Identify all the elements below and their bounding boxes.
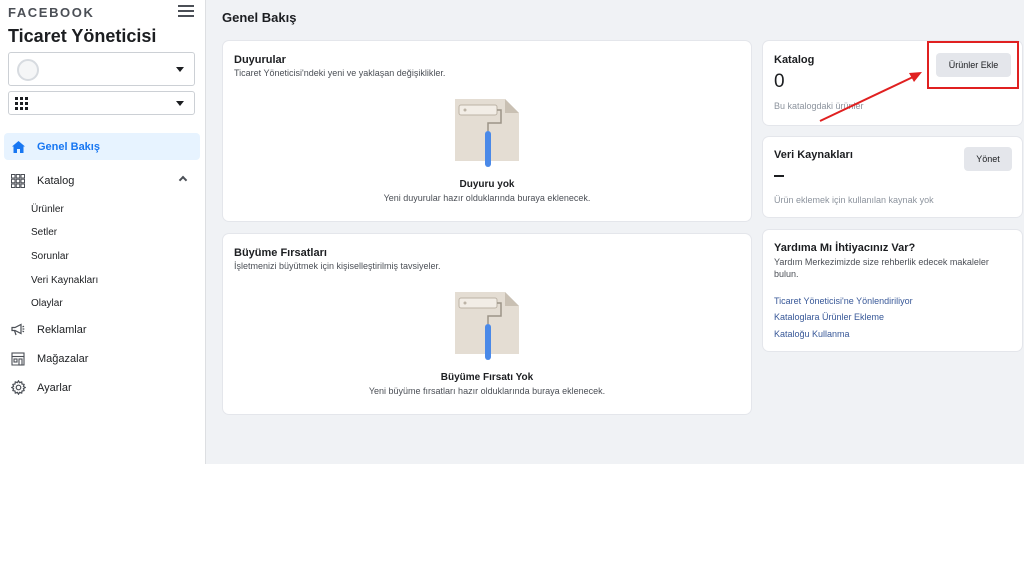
commerce-manager-app: FACEBOOK Ticaret Yöneticisi Genel Bakış (0, 0, 1024, 464)
chevron-up-icon[interactable] (178, 175, 188, 185)
page-title: Genel Bakış (222, 10, 297, 25)
paint-roller-illustration (455, 99, 519, 169)
app-title: Ticaret Yöneticisi (8, 26, 157, 46)
paint-roller-illustration (455, 292, 519, 362)
nav-sub-events[interactable]: Olaylar (31, 298, 63, 309)
nav-ads[interactable]: Reklamlar (4, 316, 200, 343)
nav-label: Genel Bakış (37, 140, 100, 153)
main-content: Genel Bakış Duyurular Ticaret Yöneticisi… (206, 0, 1024, 464)
nav-sub-data-sources[interactable]: Veri Kaynakları (31, 275, 98, 286)
megaphone-icon (10, 322, 26, 338)
data-sources-empty-dash (774, 175, 784, 177)
business-selector[interactable] (8, 52, 195, 86)
card-title: Veri Kaynakları (774, 149, 853, 161)
nav-label: Ayarlar (37, 381, 72, 394)
product-count-label: Bu katalogdaki ürünler (774, 101, 864, 111)
card-title: Yardıma Mı İhtiyacınız Var? (774, 242, 916, 254)
help-description: Yardım Merkezimizde size rehberlik edece… (774, 257, 989, 279)
empty-state-title: Duyuru yok (459, 179, 515, 190)
card-title: Katalog (774, 54, 815, 66)
nav-catalog[interactable]: Katalog (4, 167, 200, 194)
home-icon (10, 139, 26, 155)
nav-label: Mağazalar (37, 352, 89, 365)
nav-overview[interactable]: Genel Bakış (4, 133, 200, 160)
nav-settings[interactable]: Ayarlar (4, 374, 200, 401)
shop-icon (10, 351, 26, 367)
help-card: Yardıma Mı İhtiyacınız Var? Yardım Merke… (763, 230, 1022, 351)
chevron-down-icon (176, 101, 184, 106)
grid-icon (10, 173, 26, 189)
help-link[interactable]: Ticaret Yöneticisi'ne Yönlendiriliyor (774, 296, 913, 306)
sidebar: FACEBOOK Ticaret Yöneticisi Genel Bakış (0, 0, 206, 464)
data-sources-card: Veri Kaynakları Ürün eklemek için kullan… (763, 137, 1022, 217)
data-sources-description: Ürün eklemek için kullanılan kaynak yok (774, 195, 934, 205)
empty-state-title: Büyüme Fırsatı Yok (440, 372, 534, 383)
add-products-button[interactable]: Ürünler Ekle (936, 53, 1011, 77)
growth-opportunities-card: Büyüme Fırsatları İşletmenizi büyütmek i… (223, 234, 751, 414)
catalog-card: Katalog 0 Bu katalogdaki ürünler Ürünler… (763, 41, 1022, 125)
manage-button[interactable]: Yönet (964, 147, 1012, 171)
catalog-selector[interactable] (8, 91, 195, 115)
grid-icon (15, 97, 28, 110)
nav-sub-products[interactable]: Ürünler (31, 204, 64, 215)
chevron-down-icon (176, 67, 184, 72)
card-title: Duyurular (234, 54, 286, 66)
help-link[interactable]: Kataloğu Kullanma (774, 329, 850, 339)
product-count: 0 (774, 71, 785, 92)
business-avatar (17, 59, 39, 81)
facebook-brand: FACEBOOK (8, 5, 95, 20)
help-link[interactable]: Kataloglara Ürünler Ekleme (774, 312, 884, 322)
gear-icon (10, 380, 26, 396)
nav-sub-sets[interactable]: Setler (31, 227, 57, 238)
card-subtitle: İşletmenizi büyütmek için kişiselleştiri… (234, 261, 441, 271)
empty-state-description: Yeni duyurular hazır olduklarında buraya… (383, 193, 591, 203)
card-subtitle: Ticaret Yöneticisi'ndeki yeni ve yaklaşa… (234, 68, 446, 78)
nav-label: Katalog (37, 174, 75, 187)
nav-shops[interactable]: Mağazalar (4, 345, 200, 372)
card-title: Büyüme Fırsatları (234, 247, 327, 259)
nav-label: Reklamlar (37, 323, 87, 336)
menu-icon[interactable] (178, 3, 194, 19)
announcements-card: Duyurular Ticaret Yöneticisi'ndeki yeni … (223, 41, 751, 221)
empty-state-description: Yeni büyüme fırsatları hazır olduklarınd… (368, 386, 606, 396)
nav-sub-issues[interactable]: Sorunlar (31, 251, 69, 262)
